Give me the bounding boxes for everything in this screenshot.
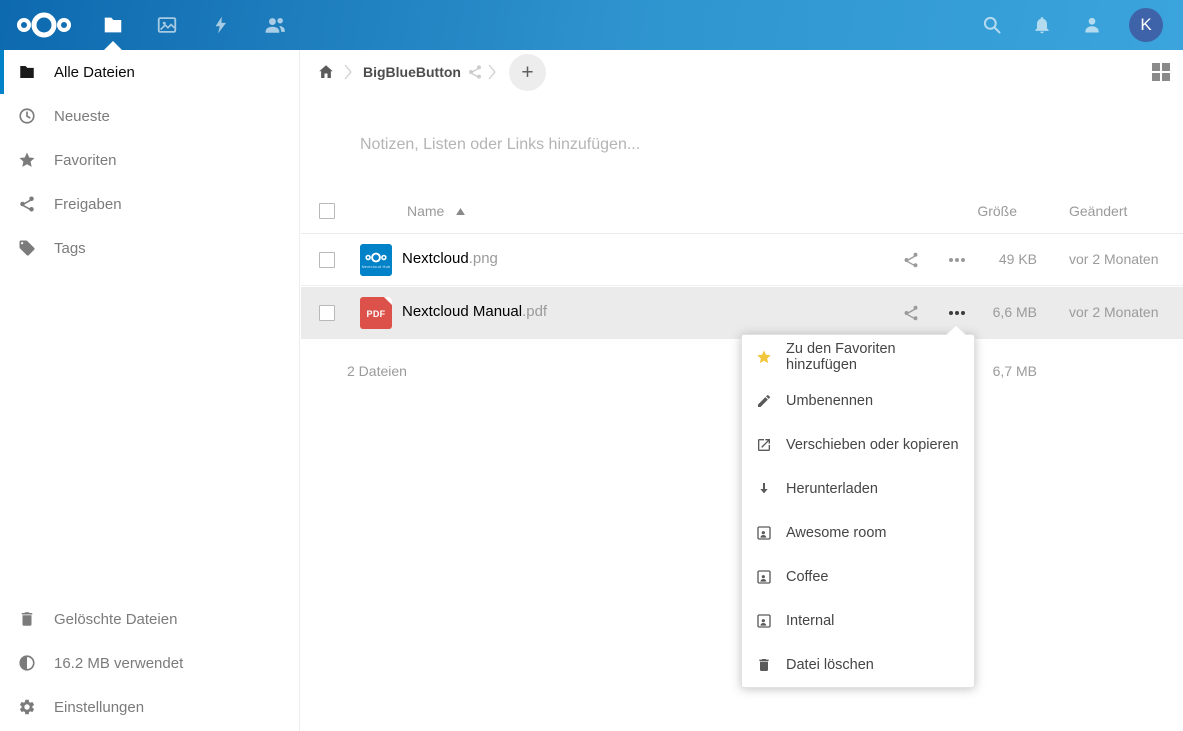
row-checkbox[interactable] [319,305,335,321]
menu-item-delete-file[interactable]: Datei löschen [742,643,974,687]
sidebar-item-label: Alle Dateien [54,64,135,81]
file-size: 49 KB [957,251,1037,267]
photos-icon [156,14,178,36]
row-checkbox[interactable] [319,252,335,268]
breadcrumb: BigBlueButton + [301,50,1183,94]
menu-item-rename[interactable]: Umbenennen [742,379,974,423]
menu-item-awesome-room[interactable]: Awesome room [742,511,974,555]
tag-icon [18,239,36,257]
chevron-right-icon [343,64,353,80]
topbar-actions [967,0,1117,50]
breadcrumb-folder[interactable]: BigBlueButton [363,64,461,80]
share-file-icon[interactable] [902,304,920,322]
room-icon [756,613,772,629]
file-name: Nextcloud Manual.pdf [402,303,547,320]
sidebar-item-recent[interactable]: Neueste [0,94,299,138]
download-icon [756,481,772,497]
search-button[interactable] [967,0,1017,50]
share-file-icon[interactable] [902,251,920,269]
new-file-button[interactable]: + [509,54,546,91]
star-icon [18,151,36,169]
files-folder-icon [102,14,124,36]
sidebar-item-favorites[interactable]: Favoriten [0,138,299,182]
delete-trash-icon [756,657,772,673]
pdf-file-icon: PDF [360,297,392,329]
sidebar-footer: Gelöschte Dateien 16.2 MB verwendet Eins… [0,597,299,731]
menu-item-move-or-copy[interactable]: Verschieben oder kopieren [742,423,974,467]
app-navigation [86,0,302,50]
sidebar-item-label: Einstellungen [54,699,144,716]
file-size: 6,6 MB [957,304,1037,320]
quota-pie-icon [18,654,36,672]
share-icon [18,195,36,213]
sidebar-item-label: 16.2 MB verwendet [54,655,183,672]
nextcloud-image-thumbnail: Nextcloud Hub [360,244,392,276]
sidebar-item-label: Tags [54,240,86,257]
file-name: Nextcloud.png [402,250,498,267]
trash-icon [18,610,36,628]
column-header-name[interactable]: Name [407,203,465,219]
app-contacts-button[interactable] [248,0,302,50]
contacts-menu-icon [1082,15,1102,35]
folder-icon [18,63,36,81]
notifications-bell-icon [1032,15,1052,35]
sidebar-item-label: Gelöschte Dateien [54,611,177,628]
notes-input[interactable]: Notizen, Listen oder Links hinzufügen... [360,136,960,160]
chevron-right-icon [487,64,497,80]
sidebar-item-shares[interactable]: Freigaben [0,182,299,226]
contacts-icon [263,14,287,36]
select-all-checkbox[interactable] [319,203,335,219]
menu-item-download[interactable]: Herunterladen [742,467,974,511]
sidebar-item-deleted-files[interactable]: Gelöschte Dateien [0,597,299,641]
contacts-menu-button[interactable] [1067,0,1117,50]
file-row-nextcloud-manual-pdf[interactable]: PDF Nextcloud Manual.pdf 6,6 MB vor 2 Mo… [301,287,1183,339]
column-header-size[interactable]: Größe [977,203,1017,219]
settings-gear-icon [18,698,36,716]
files-content: BigBlueButton + Notizen, Listen oder Lin… [301,50,1183,731]
file-list-header: Name Größe Geändert [301,189,1183,234]
file-actions-menu: Zu den Favoriten hinzufügen Umbenennen V… [741,334,975,688]
app-photos-button[interactable] [140,0,194,50]
menu-item-add-to-favorites[interactable]: Zu den Favoriten hinzufügen [742,335,974,379]
topbar: K [0,0,1183,50]
shared-indicator-share-icon[interactable] [467,64,483,80]
sidebar-item-settings[interactable]: Einstellungen [0,685,299,729]
file-modified: vor 2 Monaten [1069,251,1159,267]
file-modified: vor 2 Monaten [1069,304,1159,320]
home-icon[interactable] [317,63,335,81]
room-icon [756,525,772,541]
user-avatar[interactable]: K [1129,8,1163,42]
sidebar-item-all-files[interactable]: Alle Dateien [0,50,299,94]
menu-item-internal-room[interactable]: Internal [742,599,974,643]
move-or-copy-icon [756,437,772,453]
room-icon [756,569,772,585]
file-row-nextcloud-png[interactable]: Nextcloud Hub Nextcloud.png 49 KB vor 2 … [301,234,1183,286]
search-icon [982,15,1002,35]
notifications-button[interactable] [1017,0,1067,50]
sidebar-item-label: Favoriten [54,152,117,169]
sidebar-item-tags[interactable]: Tags [0,226,299,270]
column-header-modified[interactable]: Geändert [1069,203,1127,219]
rename-pencil-icon [756,393,772,409]
grid-view-icon[interactable] [1152,63,1170,81]
menu-item-coffee-room[interactable]: Coffee [742,555,974,599]
file-count: 2 Dateien [347,363,407,379]
clock-icon [18,107,36,125]
sidebar: Alle Dateien Neueste Favoriten Freigaben [0,50,300,731]
sidebar-item-label: Neueste [54,108,110,125]
favorite-star-icon [756,349,772,365]
app-files-button[interactable] [86,0,140,50]
app-activity-button[interactable] [194,0,248,50]
nextcloud-logo-icon[interactable] [16,12,72,38]
sort-ascending-icon [456,208,465,215]
activity-icon [211,14,231,36]
sidebar-item-quota[interactable]: 16.2 MB verwendet [0,641,299,685]
sidebar-item-label: Freigaben [54,196,122,213]
